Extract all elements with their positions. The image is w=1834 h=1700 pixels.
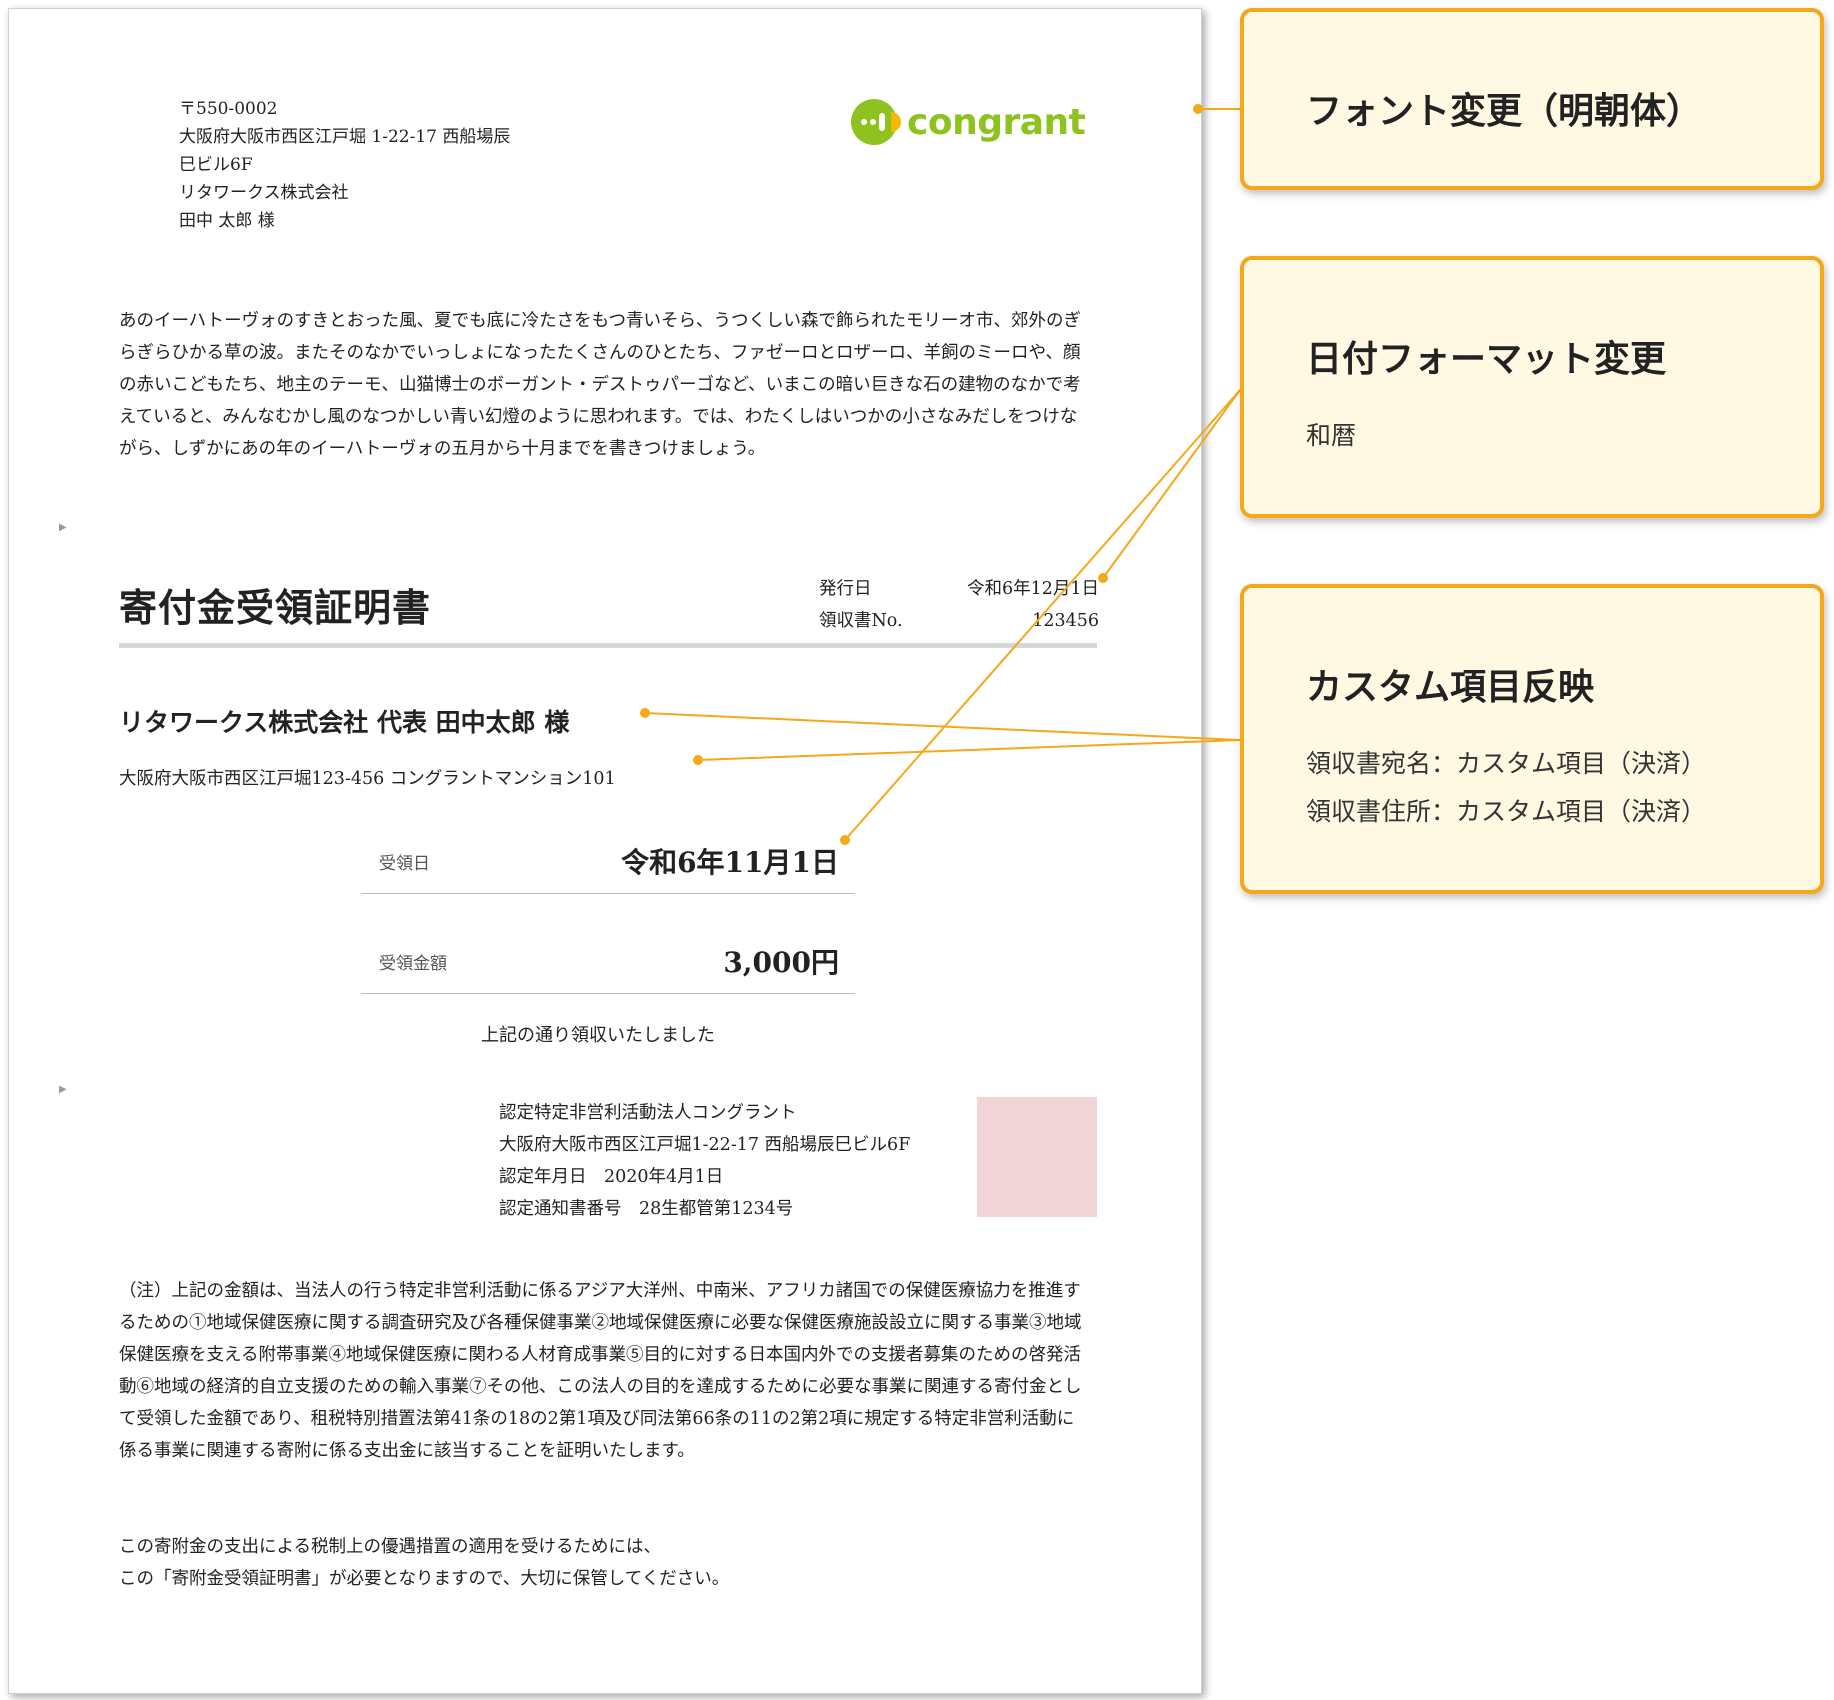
receipt-no-label: 領収書No. xyxy=(819,611,903,631)
collapse-triangle-icon: ▶ xyxy=(59,522,67,533)
recipient-name: リタワークス株式会社 代表 田中太郎 様 xyxy=(119,708,570,737)
callout-custom-fields: カスタム項目反映 領収書宛名：カスタム項目（決済） 領収書住所：カスタム項目（決… xyxy=(1240,584,1824,894)
collapse-triangle-icon: ▶ xyxy=(59,1084,67,1095)
issuer-block: 認定特定非営利活動法人コングラント 大阪府大阪市西区江戸堀1-22-17 西船場… xyxy=(499,1097,910,1225)
received-note: 上記の通り領収いたしました xyxy=(481,1025,715,1046)
callout-date-format: 日付フォーマット変更 和暦 xyxy=(1240,256,1824,518)
mailing-address: 〒550-0002 大阪府大阪市西区江戸堀 1-22-17 西船場辰 巳ビル6F… xyxy=(179,95,510,235)
amount-value: 3,000円 xyxy=(723,946,839,979)
callout-date-title: 日付フォーマット変更 xyxy=(1306,339,1667,380)
congrant-logo-icon xyxy=(851,99,901,145)
callout-date-detail: 和暦 xyxy=(1306,421,1357,450)
issuer-name: 認定特定非営利活動法人コングラント xyxy=(499,1103,797,1123)
issuer-address: 大阪府大阪市西区江戸堀1-22-17 西船場辰巳ビル6F xyxy=(499,1135,911,1155)
recipient-address: 大阪府大阪市西区江戸堀123-456 コングラントマンション101 xyxy=(119,769,616,789)
logo-text: congrant xyxy=(907,101,1086,143)
received-date: 令和6年11月1日 xyxy=(621,846,839,879)
issue-date: 令和6年12月1日 xyxy=(966,579,1099,599)
issuer-certified-date: 認定年月日 2020年4月1日 xyxy=(499,1167,724,1187)
amount-row: 受領金額 3,000円 xyxy=(361,929,855,994)
address-line-2: 巳ビル6F xyxy=(179,155,253,175)
receipt-no: 123456 xyxy=(1032,611,1099,631)
closing-line-2: この「寄附金受領証明書」が必要となりますので、大切に保管してください。 xyxy=(119,1569,730,1589)
certificate-meta: 発行日 令和6年12月1日 領収書No. 123456 xyxy=(819,573,1099,637)
amount-label: 受領金額 xyxy=(379,953,447,974)
legal-notes: （注）上記の金額は、当法人の行う特定非営利活動に係るアジア大洋州、中南米、アフリ… xyxy=(119,1281,1082,1461)
addressee: 田中 太郎 様 xyxy=(179,211,275,231)
callout-custom-detail-2: 領収書住所：カスタム項目（決済） xyxy=(1306,797,1707,826)
company-name: リタワークス株式会社 xyxy=(179,183,349,203)
callout-custom-detail-1: 領収書宛名：カスタム項目（決済） xyxy=(1306,749,1707,778)
callout-custom-details: 領収書宛名：カスタム項目（決済） 領収書住所：カスタム項目（決済） xyxy=(1306,740,1706,836)
certificate-title: 寄付金受領証明書 xyxy=(119,585,432,630)
address-line-1: 大阪府大阪市西区江戸堀 1-22-17 西船場辰 xyxy=(179,127,511,147)
closing-line-1: この寄附金の支出による税制上の優遇措置の適用を受けるためには、 xyxy=(119,1537,661,1557)
seal-stamp-placeholder xyxy=(977,1097,1097,1217)
callout-font-change: フォント変更（明朝体） xyxy=(1240,8,1824,190)
issuer-notice-number: 認定通知書番号 28生都管第1234号 xyxy=(499,1199,794,1219)
received-date-label: 受領日 xyxy=(379,853,430,874)
received-date-row: 受領日 令和6年11月1日 xyxy=(361,829,855,894)
receipt-document: 〒550-0002 大阪府大阪市西区江戸堀 1-22-17 西船場辰 巳ビル6F… xyxy=(8,8,1202,1694)
closing-notice: この寄附金の支出による税制上の優遇措置の適用を受けるためには、 この「寄附金受領… xyxy=(119,1531,729,1595)
callout-font-title: フォント変更（明朝体） xyxy=(1306,91,1703,132)
postal-code: 〒550-0002 xyxy=(179,99,278,119)
issue-date-label: 発行日 xyxy=(819,579,872,599)
callout-custom-title: カスタム項目反映 xyxy=(1306,667,1595,708)
title-divider xyxy=(119,643,1097,648)
intro-paragraph: あのイーハトーヴォのすきとおった風、夏でも底に冷たさをもつ青いそら、うつくしい森… xyxy=(119,311,1081,459)
congrant-logo: congrant xyxy=(851,99,1086,145)
